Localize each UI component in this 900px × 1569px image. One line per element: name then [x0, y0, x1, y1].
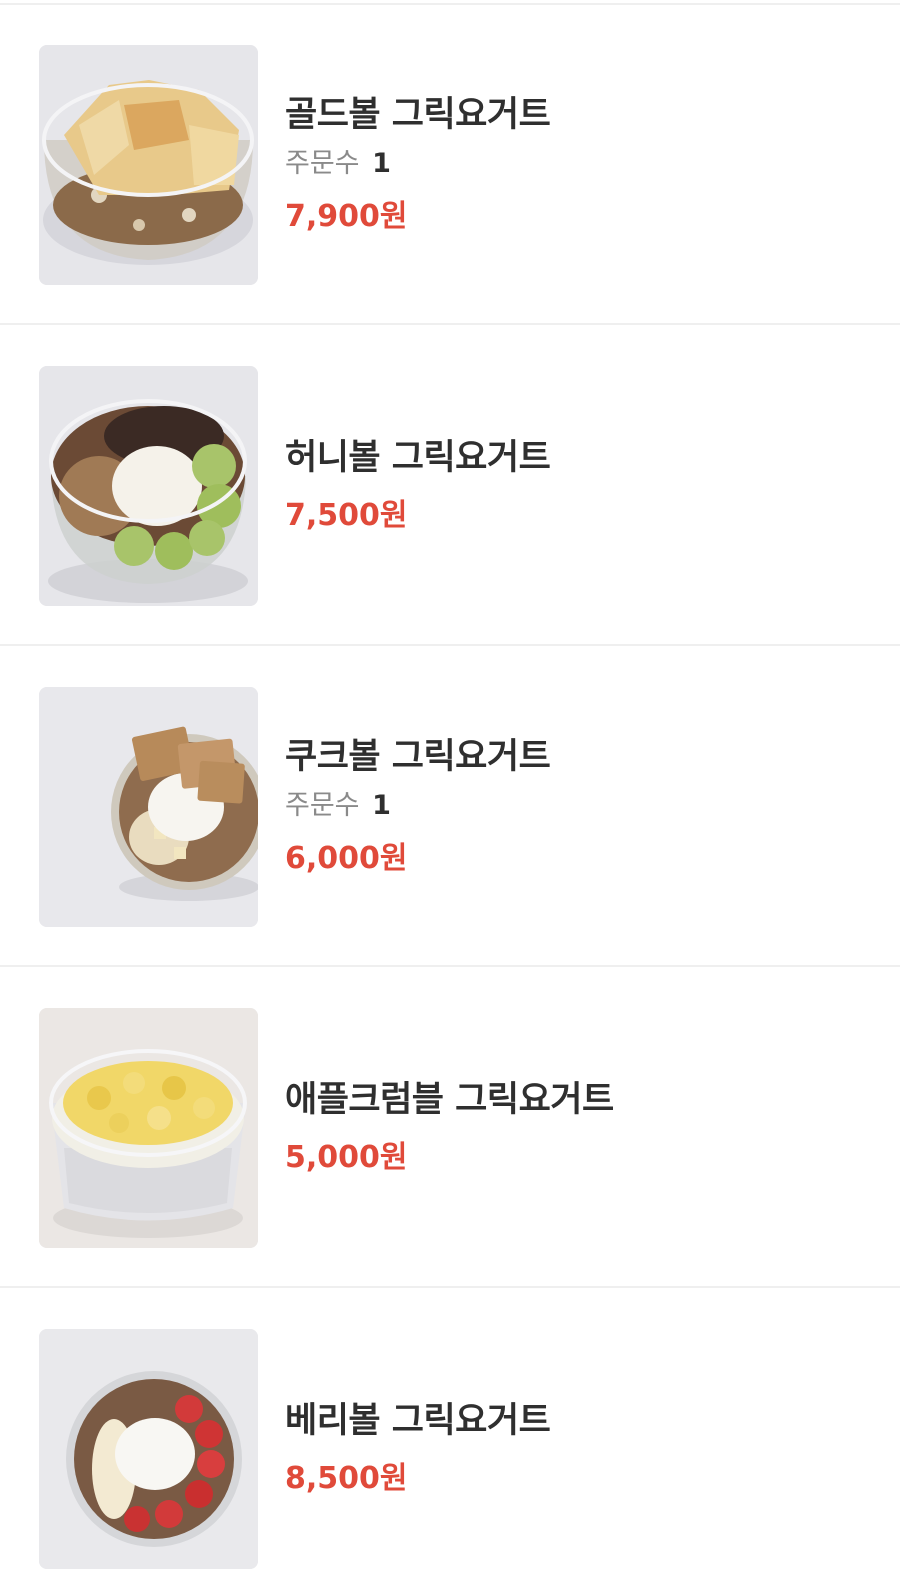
menu-item-honey-ball[interactable]: 허니볼 그릭요거트 7,500원	[0, 326, 900, 646]
order-count: 주문수 1	[285, 788, 550, 824]
order-count-value: 1	[372, 790, 391, 821]
gold-ball-yogurt-photo[interactable]	[39, 45, 258, 285]
honey-ball-yogurt-photo[interactable]	[39, 366, 258, 606]
item-info: 허니볼 그릭요거트 7,500원	[285, 326, 551, 646]
item-price: 7,900원	[285, 199, 408, 234]
order-count-label: 주문수	[285, 790, 360, 821]
menu-item-cookie-ball[interactable]: 쿠크볼 그릭요거트 주문수 1 6,000원	[0, 647, 900, 967]
order-count-label: 주문수	[285, 148, 360, 179]
item-price: 8,500원	[285, 1461, 408, 1496]
item-name: 쿠크볼 그릭요거트	[285, 737, 551, 777]
item-name: 애플크럼블 그릭요거트	[285, 1080, 614, 1120]
item-info: 골드볼 그릭요거트 주문수 1 7,900원	[285, 5, 551, 325]
item-price: 5,000원	[285, 1140, 408, 1175]
item-info: 애플크럼블 그릭요거트 5,000원	[285, 968, 614, 1288]
menu-item-gold-ball[interactable]: 골드볼 그릭요거트 주문수 1 7,900원	[0, 5, 900, 325]
apple-crumble-yogurt-photo[interactable]	[39, 1008, 258, 1248]
item-name: 허니볼 그릭요거트	[285, 438, 551, 478]
item-info: 베리볼 그릭요거트 8,500원	[285, 1289, 551, 1569]
order-count: 주문수 1	[285, 146, 550, 182]
berry-ball-yogurt-photo[interactable]	[39, 1329, 258, 1569]
menu-item-apple-crumble[interactable]: 애플크럼블 그릭요거트 5,000원	[0, 968, 900, 1288]
item-price: 6,000원	[285, 841, 408, 876]
menu-item-berry-ball[interactable]: 베리볼 그릭요거트 8,500원	[0, 1289, 900, 1569]
item-price: 7,500원	[285, 498, 408, 533]
item-name: 베리볼 그릭요거트	[285, 1401, 551, 1441]
item-name: 골드볼 그릭요거트	[285, 95, 551, 135]
item-info: 쿠크볼 그릭요거트 주문수 1 6,000원	[285, 647, 551, 967]
menu-list: 골드볼 그릭요거트 주문수 1 7,900원 허니볼 그릭요거트 7,500원 …	[0, 0, 900, 1569]
order-count-value: 1	[372, 148, 391, 179]
cookie-ball-yogurt-photo[interactable]	[39, 687, 258, 927]
